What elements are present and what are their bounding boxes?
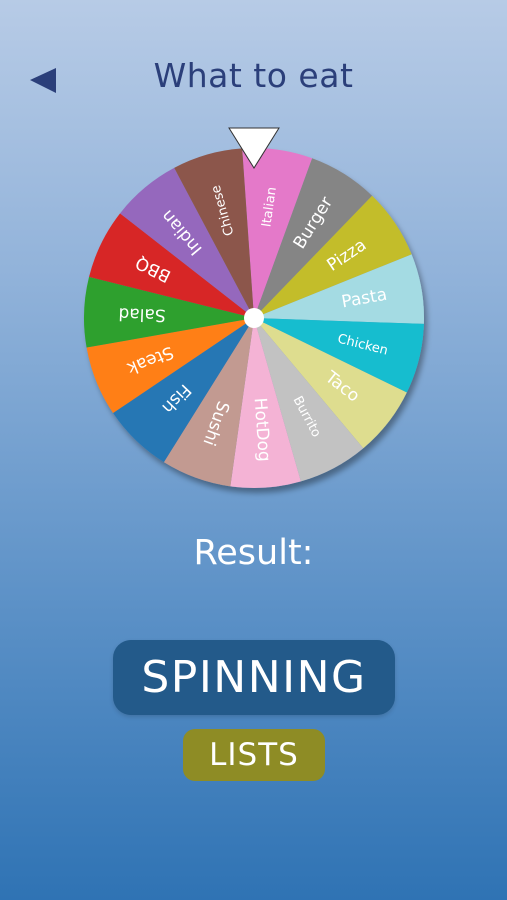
wheel-graphic[interactable]: Italian BurgerPizzaPastaChickenTacoBurrit…: [74, 127, 434, 498]
result-label: Result:: [193, 533, 314, 573]
lists-button[interactable]: LISTS: [183, 729, 325, 781]
wheel-label-salad: Salad: [118, 303, 166, 325]
result-value: [0, 585, 507, 619]
wheel-hub: [244, 308, 264, 328]
spin-button[interactable]: SPINNING: [113, 640, 395, 715]
spin-wheel[interactable]: Italian Burger Pizza Pasta Chicken Taco Burrit…: [74, 127, 434, 498]
page-title: What to eat: [153, 56, 354, 95]
